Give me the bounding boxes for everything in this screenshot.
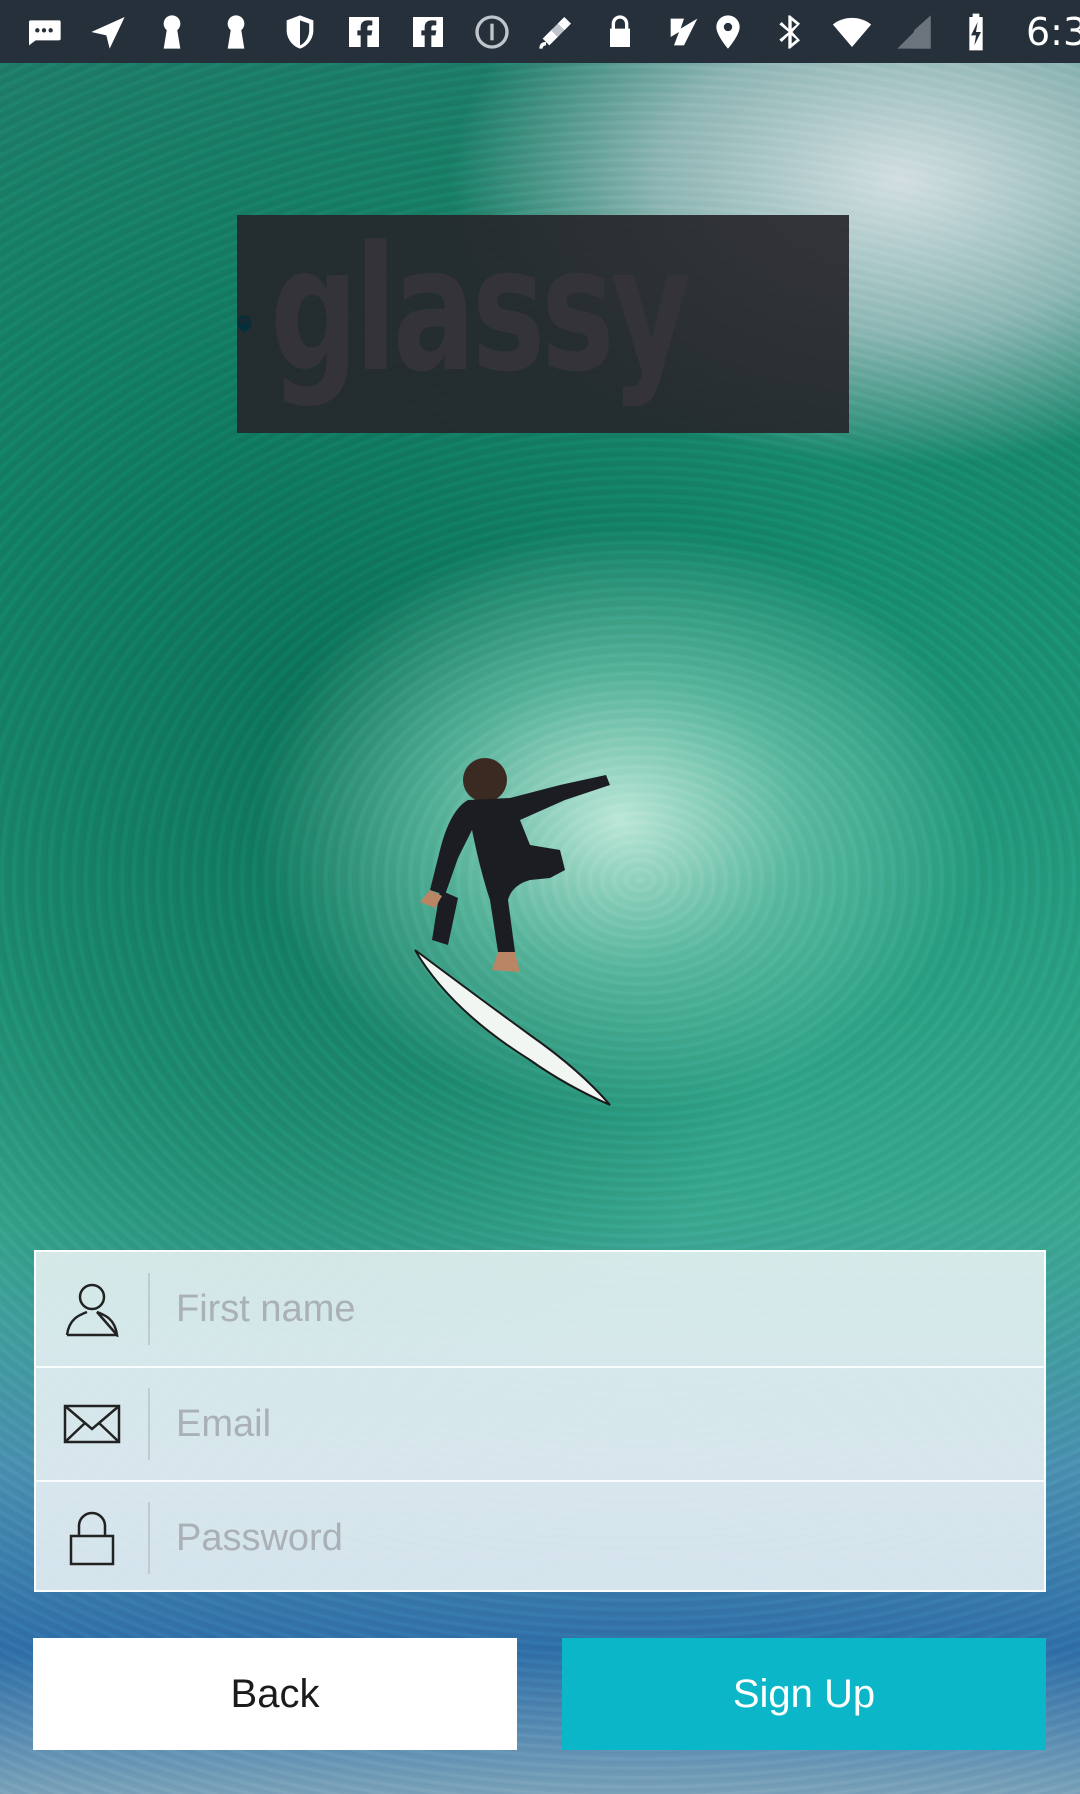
send-icon	[86, 10, 130, 54]
bluetooth-icon	[768, 10, 812, 54]
signal-icon	[892, 10, 936, 54]
lock-icon	[598, 10, 642, 54]
surfer-image	[414, 758, 611, 1106]
lock-icon	[36, 1482, 148, 1594]
logo-wordmark: glassy	[269, 215, 691, 410]
signup-form	[34, 1250, 1046, 1594]
status-bar-notification-icons	[22, 10, 706, 54]
password-row	[36, 1480, 1044, 1594]
status-bar-system-icons: 6:36	[706, 10, 1080, 54]
check-icon	[662, 10, 706, 54]
message-icon	[22, 10, 66, 54]
facebook-icon	[406, 10, 450, 54]
email-row	[36, 1366, 1044, 1480]
sign-up-button[interactable]: Sign Up	[562, 1638, 1046, 1750]
battery-icon	[954, 10, 998, 54]
glassy-logo: glassy	[237, 215, 849, 433]
back-button[interactable]: Back	[33, 1638, 517, 1750]
first-name-row	[36, 1252, 1044, 1366]
wave-pin-logo-icon	[237, 315, 252, 333]
email-input[interactable]	[150, 1368, 1044, 1480]
location-pin-icon	[706, 10, 750, 54]
keyhole-icon	[150, 10, 194, 54]
user-icon	[36, 1252, 148, 1366]
status-bar: 6:36	[0, 0, 1080, 63]
fake-gps-icon	[534, 10, 578, 54]
shield-icon	[278, 10, 322, 54]
wifi-icon	[830, 10, 874, 54]
keyhole-icon	[214, 10, 258, 54]
password-input[interactable]	[150, 1482, 1044, 1594]
info-circle-icon	[470, 10, 514, 54]
envelope-icon	[36, 1368, 148, 1480]
first-name-input[interactable]	[150, 1252, 1044, 1366]
facebook-icon	[342, 10, 386, 54]
status-bar-time: 6:36	[1026, 9, 1080, 54]
